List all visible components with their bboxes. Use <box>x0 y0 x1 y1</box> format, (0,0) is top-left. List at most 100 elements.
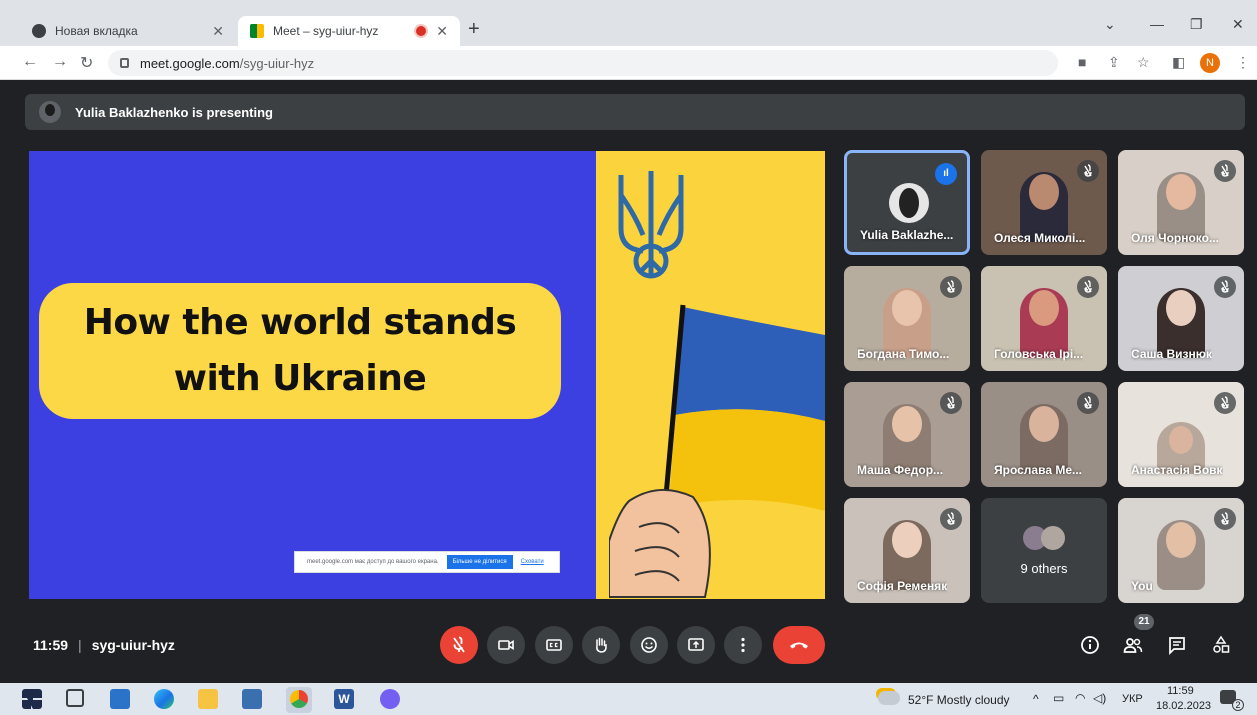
present-screen-button[interactable] <box>677 626 715 664</box>
notification-count: 2 <box>1232 699 1244 711</box>
participant-tile[interactable]: Олеся Миколі... <box>981 150 1107 255</box>
trident-peace-icon <box>618 171 684 279</box>
profile-avatar[interactable]: N <box>1200 53 1220 73</box>
activities-shapes-icon <box>1213 635 1230 653</box>
side-panel-icon[interactable]: ◧ <box>1172 54 1185 71</box>
address-bar[interactable]: meet.google.com/syg-uiur-hyz <box>108 50 1058 76</box>
minimize-button[interactable]: — <box>1150 16 1164 32</box>
bookmark-star-icon[interactable]: ☆ <box>1137 54 1150 71</box>
hang-up-icon <box>790 642 808 649</box>
stop-sharing-button[interactable]: Більше не ділитися <box>446 555 513 569</box>
microsoft-store-icon[interactable] <box>110 689 130 709</box>
clock-date[interactable]: 18.02.2023 <box>1156 700 1211 712</box>
camera-toggle-button[interactable] <box>487 626 525 664</box>
participant-tile[interactable]: Софія Ременяк <box>844 498 970 603</box>
restore-button[interactable]: ❐ <box>1190 16 1203 33</box>
tray-keyboard-icon[interactable]: ▭ <box>1053 691 1064 705</box>
participant-tile[interactable]: ıl Yulia Baklazhe... <box>844 150 970 255</box>
more-options-button[interactable] <box>724 626 762 664</box>
info-icon <box>1081 636 1099 654</box>
participant-name: Саша Визнюк <box>1131 347 1213 361</box>
participant-face <box>1029 174 1059 210</box>
google-meet-icon <box>250 24 264 38</box>
tab-meet[interactable]: Meet – syg-uiur-hyz ✕ <box>238 16 460 46</box>
participant-name: Софія Ременяк <box>857 579 948 593</box>
others-count: 9 others <box>1020 561 1068 576</box>
raise-hand-button[interactable] <box>582 626 620 664</box>
reload-button[interactable]: ↻ <box>80 53 93 73</box>
hand-icon <box>596 637 607 653</box>
leave-call-button[interactable] <box>773 626 825 664</box>
meeting-time: 11:59 <box>33 637 69 653</box>
mic-off-icon <box>1214 508 1236 530</box>
input-language[interactable]: УКР <box>1122 693 1143 705</box>
edge-browser-icon[interactable] <box>154 689 174 709</box>
screen-share-notice: meet.google.com має доступ до вашого екр… <box>294 551 560 573</box>
weather-text[interactable]: 52°F Mostly cloudy <box>908 693 1010 707</box>
presenter-avatar <box>39 101 61 123</box>
tray-chevron-icon[interactable]: ^ <box>1033 692 1039 706</box>
presenting-label: Yulia Baklazhenko is presenting <box>75 104 273 120</box>
participant-tile[interactable]: Маша Федор... <box>844 382 970 487</box>
word-icon[interactable]: W <box>334 689 354 709</box>
participant-name: Маша Федор... <box>857 463 944 477</box>
meeting-code: syg-uiur-hyz <box>91 637 175 653</box>
chat-button[interactable] <box>1164 632 1190 658</box>
close-icon[interactable]: ✕ <box>436 23 448 40</box>
file-explorer-icon[interactable] <box>198 689 218 709</box>
others-tile[interactable]: 9 others <box>981 498 1107 603</box>
url-host: meet.google.com <box>140 55 240 71</box>
tab-new-tab[interactable]: Новая вкладка ✕ <box>20 16 236 46</box>
camera-in-use-icon[interactable]: ■ <box>1078 54 1086 70</box>
mic-off-icon <box>1077 392 1099 414</box>
new-tab-button[interactable]: + <box>468 18 480 41</box>
slide-title-line2: with Ukraine <box>173 358 427 399</box>
recording-indicator-icon <box>416 26 427 36</box>
mic-off-icon <box>453 636 465 653</box>
avatar <box>889 183 929 223</box>
chrome-newtab-icon <box>32 24 46 38</box>
kebab-menu-icon <box>741 637 745 653</box>
participant-tile[interactable]: Анастасія Вовк <box>1118 382 1244 487</box>
chat-icon <box>1169 637 1185 656</box>
viber-icon[interactable] <box>380 689 400 709</box>
participant-tile[interactable]: Оля Чорноко... <box>1118 150 1244 255</box>
tab-search-icon[interactable]: ⌄ <box>1104 16 1116 33</box>
close-icon[interactable]: ✕ <box>212 23 224 40</box>
clock-time[interactable]: 11:59 <box>1167 685 1194 697</box>
reactions-button[interactable] <box>630 626 668 664</box>
participant-tile[interactable]: Головська Ірі... <box>981 266 1107 371</box>
volume-icon[interactable]: ◁) <box>1093 691 1106 705</box>
forward-button[interactable]: → <box>52 53 68 71</box>
closed-captions-icon <box>546 639 562 651</box>
url-path: /syg-uiur-hyz <box>239 55 315 71</box>
people-button[interactable] <box>1120 632 1146 658</box>
chrome-logo <box>290 690 308 708</box>
meeting-info-button[interactable] <box>1077 632 1103 658</box>
windows-taskbar: W 52°F Mostly cloudy ^ ▭ ◠ ◁) УКР 11:59 … <box>0 683 1257 715</box>
participant-face <box>1169 426 1193 454</box>
windows-start-icon[interactable] <box>22 689 42 709</box>
mic-toggle-button[interactable] <box>440 626 478 664</box>
self-tile[interactable]: You <box>1118 498 1244 603</box>
hide-link[interactable]: Сховати <box>521 559 544 565</box>
participant-face <box>892 522 922 558</box>
meet-window: Yulia Baklazhenko is presenting How the … <box>0 80 1257 676</box>
presenting-banner: Yulia Baklazhenko is presenting <box>25 94 1245 130</box>
share-icon[interactable]: ⇪ <box>1108 54 1120 71</box>
activities-button[interactable] <box>1208 632 1234 658</box>
captions-button[interactable] <box>535 626 573 664</box>
media-player-icon[interactable] <box>242 689 262 709</box>
participant-tile[interactable]: Богдана Тимо... <box>844 266 970 371</box>
meeting-details: 11:59 | syg-uiur-hyz <box>33 637 175 653</box>
participant-tile[interactable]: Ярослава Ме... <box>981 382 1107 487</box>
menu-kebab-icon[interactable]: ⋮ <box>1236 54 1250 71</box>
participant-name: Оля Чорноко... <box>1131 231 1219 245</box>
back-button[interactable]: ← <box>22 53 38 71</box>
window-close-button[interactable]: ✕ <box>1232 16 1244 33</box>
participant-tile[interactable]: Саша Визнюк <box>1118 266 1244 371</box>
participant-name: Головська Ірі... <box>994 347 1084 361</box>
weather-cloud-icon <box>878 691 900 705</box>
task-view-icon[interactable] <box>66 689 84 707</box>
wifi-icon[interactable]: ◠ <box>1075 691 1085 705</box>
